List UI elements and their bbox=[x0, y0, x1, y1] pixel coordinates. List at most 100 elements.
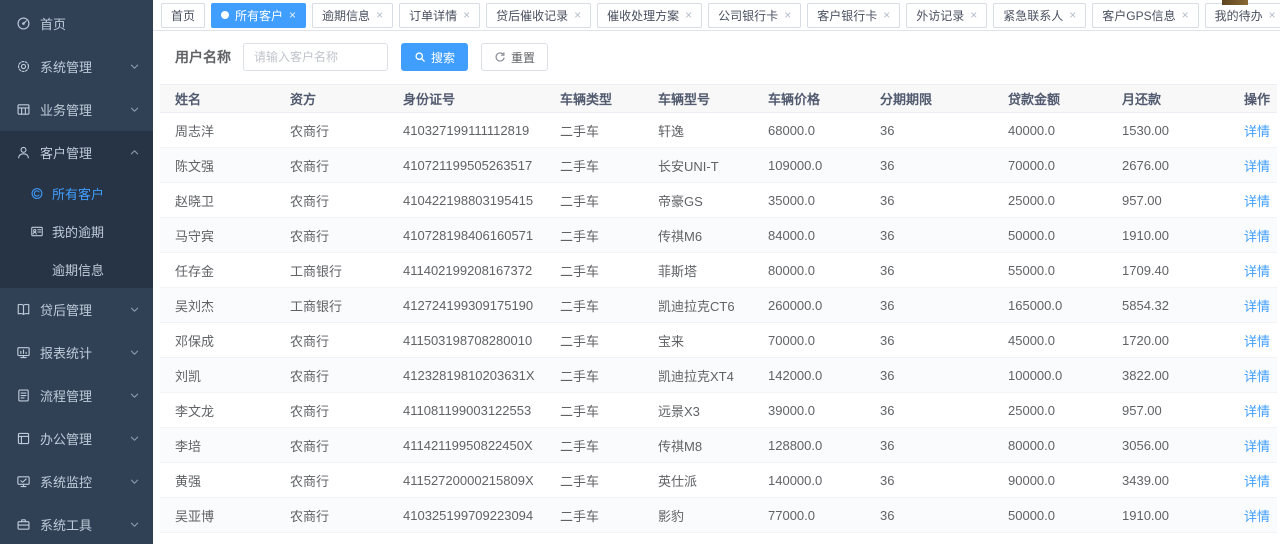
reset-button[interactable]: 重置 bbox=[481, 43, 548, 71]
cell-periods: 36 bbox=[865, 533, 993, 544]
cell-name: 李文龙 bbox=[160, 393, 275, 428]
sidebar-subitem-我的逾期[interactable]: 我的逾期 bbox=[0, 212, 153, 250]
column-header-资方: 资方 bbox=[275, 85, 388, 113]
customer-user-icon bbox=[16, 145, 31, 160]
table-row: 任存金工商银行411402199208167372二手车菲斯塔80000.036… bbox=[160, 253, 1277, 288]
sidebar-subitem-逾期信息[interactable]: 逾期信息 bbox=[0, 250, 153, 288]
sidebar-item-业务管理[interactable]: 业务管理 bbox=[0, 88, 153, 131]
column-header-车辆型号: 车辆型号 bbox=[643, 85, 753, 113]
customer-table-wrap: 姓名资方身份证号车辆类型车辆型号车辆价格分期期限贷款金额月还款操作 周志洋农商行… bbox=[153, 84, 1280, 544]
tab-首页[interactable]: 首页 bbox=[161, 3, 205, 28]
tab-订单详情[interactable]: 订单详情× bbox=[399, 3, 480, 28]
detail-link[interactable]: 详情 bbox=[1244, 229, 1270, 244]
cell-funder: 工商银行 bbox=[275, 533, 388, 544]
close-icon[interactable]: × bbox=[289, 9, 296, 21]
cell-vehicle-model: 长安UNI-T bbox=[643, 148, 753, 183]
detail-link[interactable]: 详情 bbox=[1244, 509, 1270, 524]
cell-monthly-payment: 1720.00 bbox=[1107, 323, 1229, 358]
detail-link[interactable]: 详情 bbox=[1244, 194, 1270, 209]
table-row: 李培农商行41142119950822450X二手车传祺M8128800.036… bbox=[160, 428, 1277, 463]
tab-逾期信息[interactable]: 逾期信息× bbox=[312, 3, 393, 28]
tab-催收处理方案[interactable]: 催收处理方案× bbox=[597, 3, 702, 28]
process-icon bbox=[16, 388, 31, 403]
tab-客户银行卡[interactable]: 客户银行卡× bbox=[807, 3, 900, 28]
cell-vehicle-model: 小鹏P5 bbox=[643, 533, 753, 544]
cell-loan-amount: 55000.0 bbox=[993, 253, 1107, 288]
cell-id-number: 411081199003122553 bbox=[388, 393, 545, 428]
detail-link[interactable]: 详情 bbox=[1244, 299, 1270, 314]
search-button[interactable]: 搜索 bbox=[401, 43, 468, 71]
close-icon[interactable]: × bbox=[1069, 9, 1076, 21]
cell-vehicle-model: 宝来 bbox=[643, 323, 753, 358]
cell-id-number: 411402199208167372 bbox=[388, 253, 545, 288]
sidebar-item-报表统计[interactable]: 报表统计 bbox=[0, 331, 153, 374]
menu-block: 办公管理 bbox=[0, 417, 153, 460]
tab-公司银行卡[interactable]: 公司银行卡× bbox=[708, 3, 801, 28]
sidebar-item-客户管理[interactable]: 客户管理 bbox=[0, 131, 153, 174]
cell-action: 详情 bbox=[1229, 463, 1277, 498]
sidebar-subitem-所有客户[interactable]: 所有客户 bbox=[0, 174, 153, 212]
active-tab-dot bbox=[221, 11, 229, 19]
tab-紧急联系人[interactable]: 紧急联系人× bbox=[993, 3, 1086, 28]
sidebar-item-系统监控[interactable]: 系统监控 bbox=[0, 460, 153, 503]
cell-periods: 36 bbox=[865, 253, 993, 288]
detail-link[interactable]: 详情 bbox=[1244, 369, 1270, 384]
close-icon[interactable]: × bbox=[574, 9, 581, 21]
sidebar-item-贷后管理[interactable]: 贷后管理 bbox=[0, 288, 153, 331]
cell-name: 李培 bbox=[160, 428, 275, 463]
cell-loan-amount: 40000.0 bbox=[993, 113, 1107, 148]
cell-loan-amount: 50000.0 bbox=[993, 218, 1107, 253]
detail-link[interactable]: 详情 bbox=[1244, 474, 1270, 489]
tab-我的待办[interactable]: 我的待办× bbox=[1205, 3, 1280, 28]
cell-vehicle-type: 二手车 bbox=[545, 358, 643, 393]
close-icon[interactable]: × bbox=[970, 9, 977, 21]
cell-id-number: 410422198803195415 bbox=[388, 183, 545, 218]
search-field-label: 用户名称 bbox=[175, 47, 231, 67]
detail-link[interactable]: 详情 bbox=[1244, 334, 1270, 349]
cell-periods: 36 bbox=[865, 148, 993, 183]
column-header-姓名: 姓名 bbox=[160, 85, 275, 113]
close-icon[interactable]: × bbox=[883, 9, 890, 21]
close-icon[interactable]: × bbox=[784, 9, 791, 21]
detail-link[interactable]: 详情 bbox=[1244, 404, 1270, 419]
close-icon[interactable]: × bbox=[463, 9, 470, 21]
tab-客户GPS信息[interactable]: 客户GPS信息× bbox=[1092, 3, 1198, 28]
detail-link[interactable]: 详情 bbox=[1244, 124, 1270, 139]
cell-funder: 工商银行 bbox=[275, 253, 388, 288]
close-icon[interactable]: × bbox=[1182, 9, 1189, 21]
cell-vehicle-type: 二手车 bbox=[545, 428, 643, 463]
tab-所有客户[interactable]: 所有客户× bbox=[211, 3, 306, 28]
close-icon[interactable]: × bbox=[1269, 9, 1276, 21]
cell-monthly-payment: 3822.00 bbox=[1107, 358, 1229, 393]
cell-periods: 36 bbox=[865, 113, 993, 148]
gear-icon bbox=[16, 59, 31, 74]
detail-link[interactable]: 详情 bbox=[1244, 159, 1270, 174]
cell-name: 吴亚博 bbox=[160, 498, 275, 533]
tab-贷后催收记录[interactable]: 贷后催收记录× bbox=[486, 3, 591, 28]
table-row: 周志洋农商行410327199111112819二手车轩逸68000.03640… bbox=[160, 113, 1277, 148]
close-icon[interactable]: × bbox=[685, 9, 692, 21]
cell-funder: 农商行 bbox=[275, 183, 388, 218]
sidebar-item-办公管理[interactable]: 办公管理 bbox=[0, 417, 153, 460]
menu-block: 贷后管理 bbox=[0, 288, 153, 331]
cell-monthly-payment: 3439.00 bbox=[1107, 463, 1229, 498]
column-header-贷款金额: 贷款金额 bbox=[993, 85, 1107, 113]
sidebar-item-流程管理[interactable]: 流程管理 bbox=[0, 374, 153, 417]
cell-vehicle-type: 二手车 bbox=[545, 533, 643, 544]
sidebar-item-首页[interactable]: 首页 bbox=[0, 2, 153, 45]
detail-link[interactable]: 详情 bbox=[1244, 264, 1270, 279]
cell-periods: 36 bbox=[865, 288, 993, 323]
tab-外访记录[interactable]: 外访记录× bbox=[906, 3, 987, 28]
cell-vehicle-price: 80000.0 bbox=[753, 253, 865, 288]
close-icon[interactable]: × bbox=[376, 9, 383, 21]
sidebar-item-系统工具[interactable]: 系统工具 bbox=[0, 503, 153, 544]
sidebar-item-系统管理[interactable]: 系统管理 bbox=[0, 45, 153, 88]
cell-name: 赵晓卫 bbox=[160, 183, 275, 218]
cell-monthly-payment: 1910.00 bbox=[1107, 218, 1229, 253]
my-overdue-icon bbox=[30, 224, 44, 238]
detail-link[interactable]: 详情 bbox=[1244, 439, 1270, 454]
customer-name-input[interactable] bbox=[243, 43, 388, 71]
user-avatar-partial[interactable] bbox=[1222, 0, 1248, 5]
table-row: 吴刘杰工商银行412724199309175190二手车凯迪拉克CT626000… bbox=[160, 288, 1277, 323]
sidebar-item-label: 报表统计 bbox=[40, 343, 92, 362]
